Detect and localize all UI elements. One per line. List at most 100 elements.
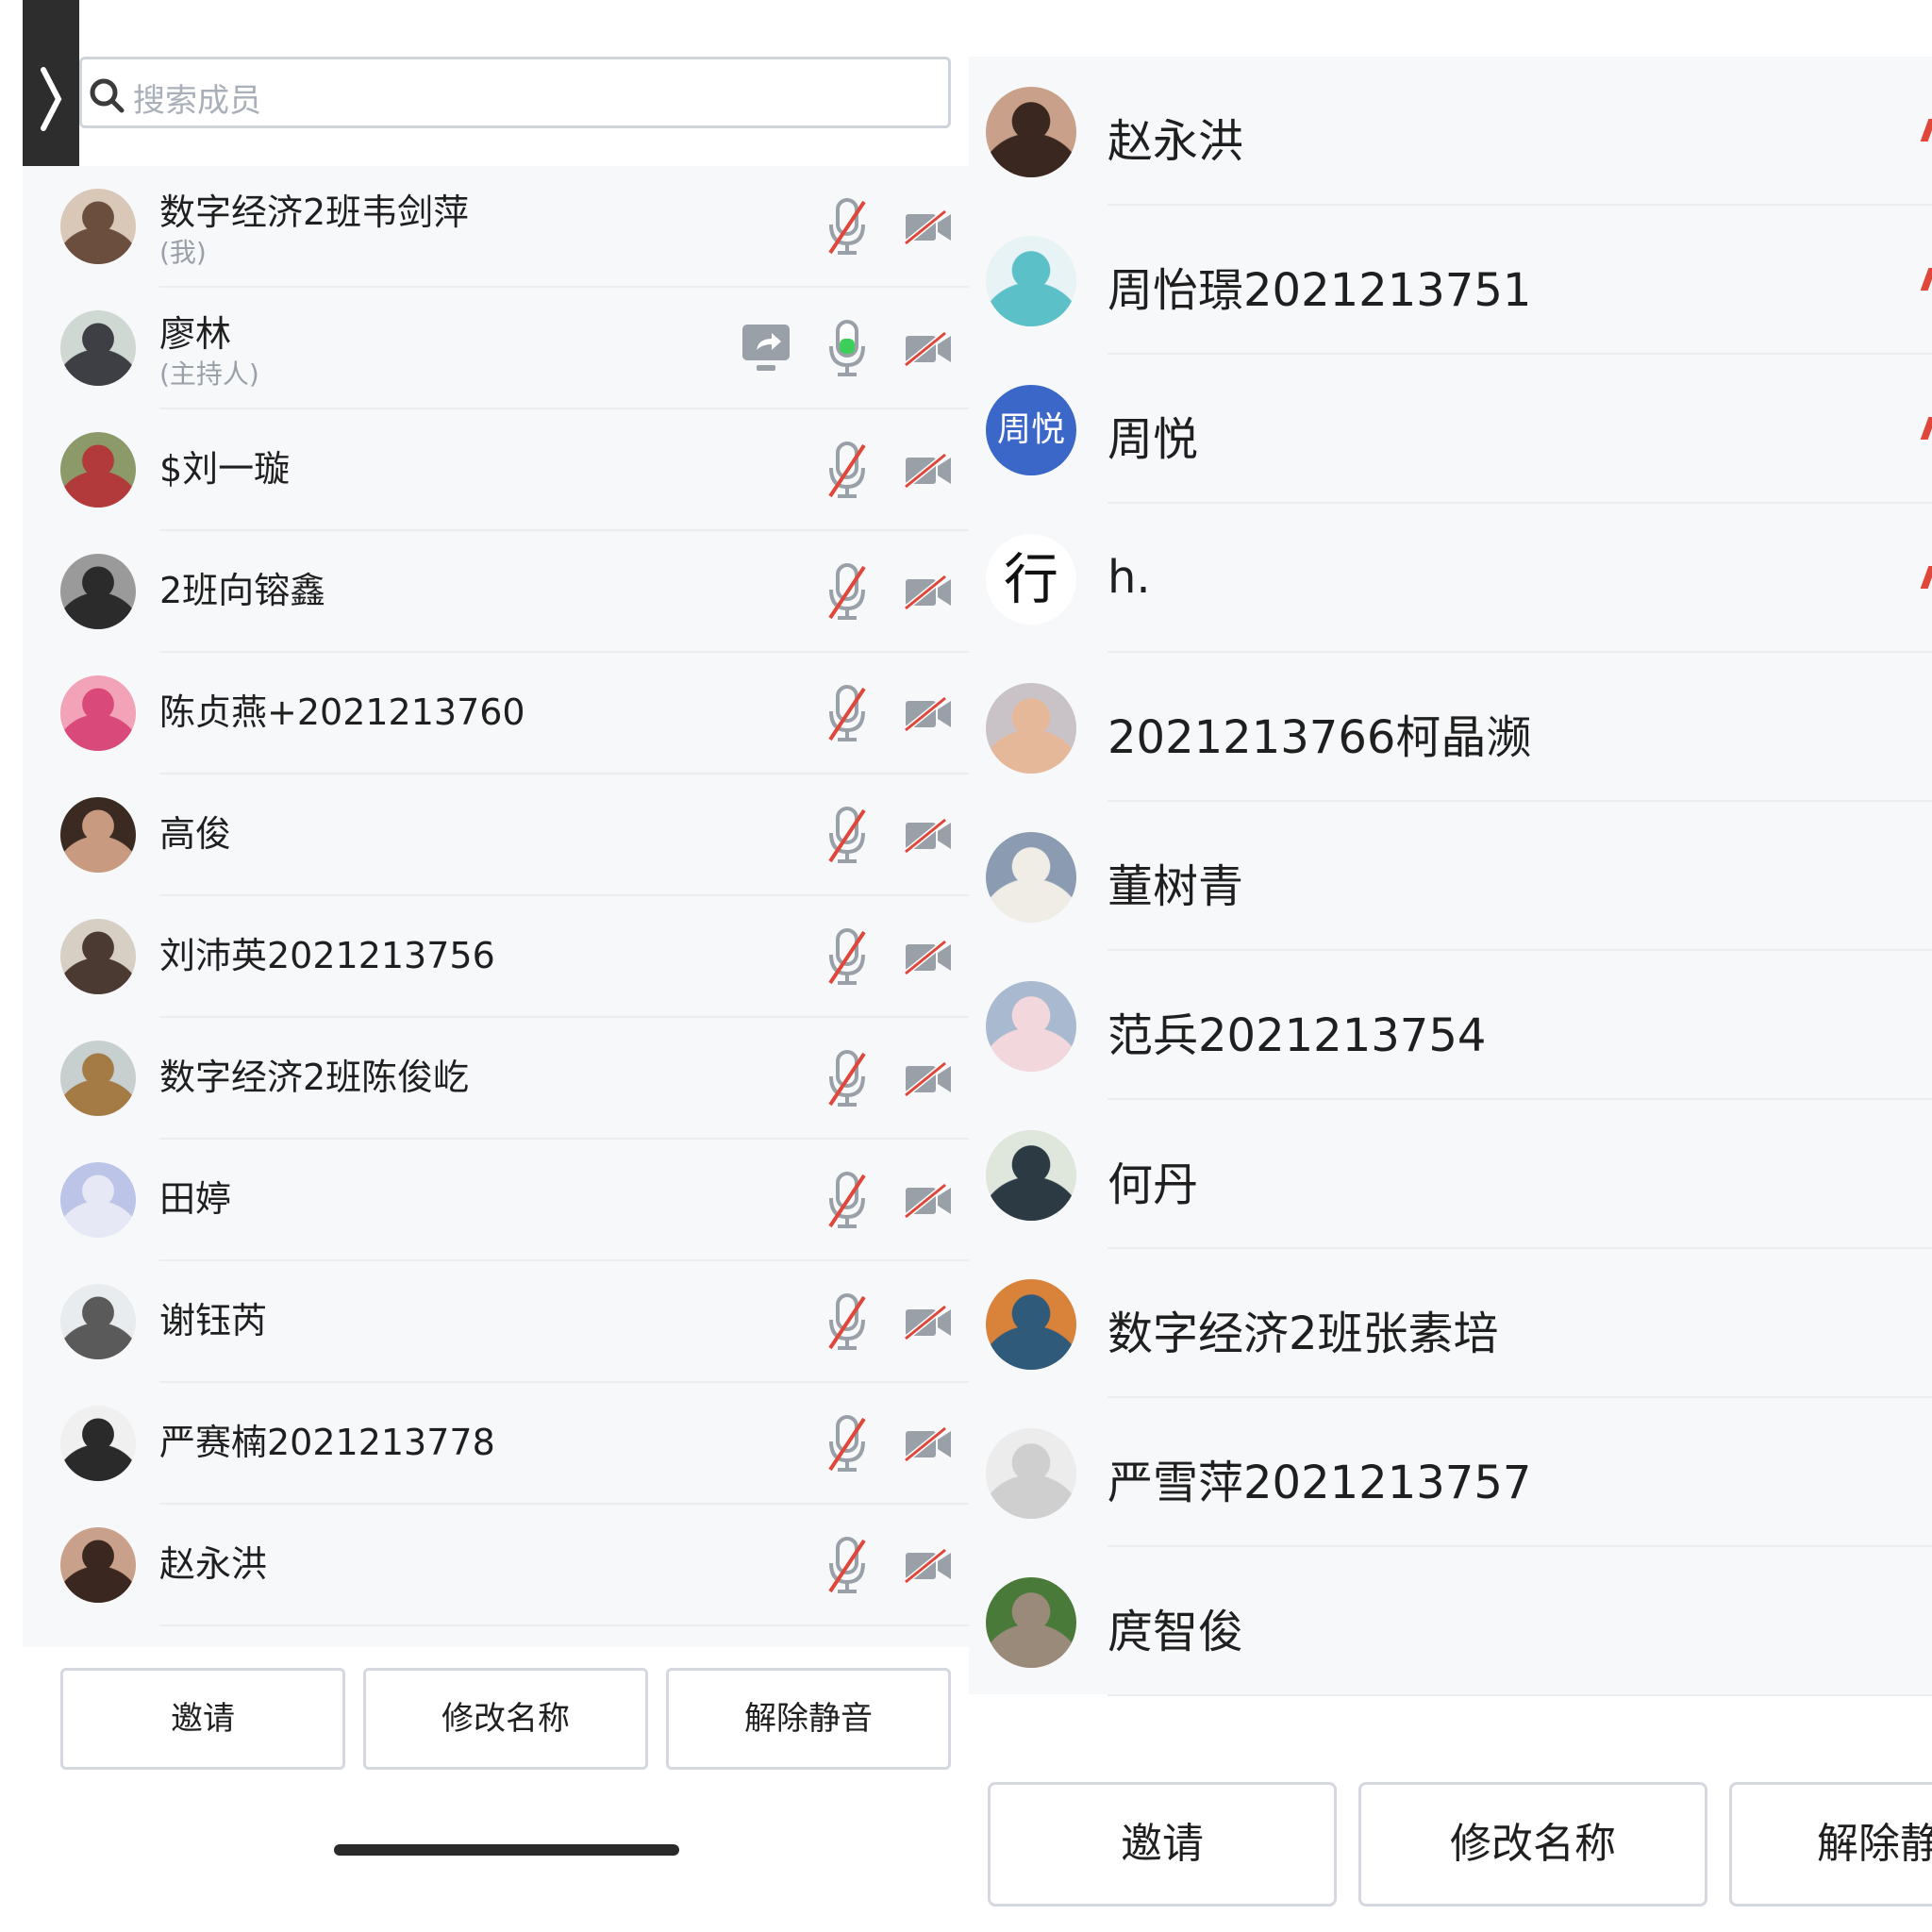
camera-off-icon bbox=[904, 817, 951, 855]
mic-toggle[interactable] bbox=[826, 441, 868, 504]
participant-name: 何丹 bbox=[1108, 1158, 1199, 1211]
participant-row[interactable]: 庹智俊 bbox=[969, 1547, 1932, 1696]
avatar bbox=[60, 675, 136, 751]
participant-row[interactable]: 数字经济2班韦剑萍 (我) bbox=[23, 166, 969, 288]
mic-toggle[interactable] bbox=[826, 928, 868, 991]
search-input[interactable]: 搜索成员 bbox=[79, 57, 951, 128]
camera-toggle[interactable] bbox=[904, 574, 953, 614]
camera-off-icon bbox=[904, 330, 951, 368]
participant-name: 范兵2021213754 bbox=[1108, 1009, 1487, 1062]
participant-name: 廖林 bbox=[159, 313, 232, 355]
participant-name: 庹智俊 bbox=[1108, 1606, 1244, 1658]
participant-name: 赵永洪 bbox=[159, 1543, 268, 1585]
mic-toggle[interactable] bbox=[826, 685, 868, 747]
search-icon bbox=[90, 78, 125, 113]
camera-toggle[interactable] bbox=[904, 817, 953, 858]
camera-toggle[interactable] bbox=[904, 1304, 953, 1344]
camera-off-icon bbox=[904, 574, 951, 611]
camera-toggle[interactable] bbox=[904, 1425, 953, 1466]
mic-toggle[interactable] bbox=[826, 563, 868, 625]
participant-row[interactable]: 刘沛英2021213756 bbox=[23, 896, 969, 1018]
participant-row[interactable]: 赵永洪 bbox=[969, 57, 1932, 206]
participant-row[interactable]: 严雪萍2021213757 bbox=[969, 1398, 1932, 1547]
participant-name: h. bbox=[1108, 551, 1151, 604]
unmute-all-button[interactable]: 解除静 bbox=[1729, 1782, 1932, 1907]
invite-button[interactable]: 邀请 bbox=[988, 1782, 1337, 1907]
unmute-all-button[interactable]: 解除静音 bbox=[666, 1668, 951, 1770]
rename-button[interactable]: 修改名称 bbox=[363, 1668, 648, 1770]
participant-name: $刘一璇 bbox=[159, 448, 291, 490]
participant-row[interactable]: 周怡璟2021213751 bbox=[969, 206, 1932, 355]
avatar-calligraphy: 行 bbox=[986, 534, 1076, 625]
camera-toggle[interactable] bbox=[904, 939, 953, 979]
camera-off-icon bbox=[904, 1060, 951, 1098]
participant-row[interactable]: 田婷 bbox=[23, 1140, 969, 1261]
mic-toggle[interactable] bbox=[826, 1415, 868, 1477]
participant-row[interactable]: 行 h. bbox=[969, 504, 1932, 653]
participant-role: (主持人) bbox=[159, 358, 259, 390]
participant-row[interactable]: 陈贞燕+2021213760 bbox=[23, 653, 969, 774]
participant-name: 数字经济2班韦剑萍 bbox=[159, 192, 470, 233]
avatar bbox=[60, 310, 136, 386]
mic-muted-icon bbox=[828, 807, 866, 863]
rename-button[interactable]: 修改名称 bbox=[1358, 1782, 1707, 1907]
avatar bbox=[986, 1577, 1076, 1668]
mic-toggle[interactable] bbox=[826, 1172, 868, 1234]
camera-toggle[interactable] bbox=[904, 452, 953, 492]
camera-toggle[interactable] bbox=[904, 1547, 953, 1588]
camera-toggle[interactable] bbox=[904, 695, 953, 736]
camera-toggle[interactable] bbox=[904, 1060, 953, 1101]
mic-muted-icon bbox=[828, 441, 866, 498]
invite-button[interactable]: 邀请 bbox=[60, 1668, 345, 1770]
screen-share-icon bbox=[742, 325, 790, 371]
participant-role: (我) bbox=[159, 237, 207, 268]
left-panel: 搜索成员 数字经济2班韦剑萍 (我) 廖林 (主持人) $刘一璇 2班向镕鑫陈贞燕+202… bbox=[0, 0, 969, 1932]
participant-row[interactable]: 2班向镕鑫 bbox=[23, 531, 969, 653]
participant-name: 田婷 bbox=[159, 1178, 232, 1220]
camera-off-icon bbox=[904, 208, 951, 246]
screen-share-indicator[interactable] bbox=[741, 324, 791, 376]
participant-name: 赵永洪 bbox=[1108, 115, 1244, 168]
mic-muted-icon bbox=[828, 198, 866, 255]
participant-row[interactable]: 范兵2021213754 bbox=[969, 951, 1932, 1100]
participant-row[interactable]: 赵永洪 bbox=[23, 1505, 969, 1626]
mic-toggle[interactable] bbox=[826, 807, 868, 869]
participant-name: 周怡璟2021213751 bbox=[1108, 264, 1532, 317]
mic-toggle[interactable] bbox=[826, 1537, 868, 1599]
avatar bbox=[986, 236, 1076, 326]
avatar bbox=[60, 1406, 136, 1481]
participant-row[interactable]: 严赛楠2021213778 bbox=[23, 1383, 969, 1505]
mic-toggle[interactable] bbox=[826, 198, 868, 260]
mic-muted-icon bbox=[828, 685, 866, 741]
mic-toggle[interactable] bbox=[826, 1293, 868, 1356]
camera-off-icon bbox=[904, 939, 951, 976]
mic-toggle[interactable] bbox=[826, 320, 868, 382]
participant-name: 刘沛英2021213756 bbox=[159, 935, 495, 976]
participant-name: 2班向镕鑫 bbox=[159, 570, 326, 611]
participant-row[interactable]: 廖林 (主持人) bbox=[23, 288, 969, 409]
participant-row[interactable]: 谢钰芮 bbox=[23, 1261, 969, 1383]
participant-row[interactable]: 2021213766柯晶濒 bbox=[969, 653, 1932, 802]
participant-row[interactable]: 何丹 bbox=[969, 1100, 1932, 1249]
mic-muted-icon bbox=[828, 563, 866, 620]
participant-name: 陈贞燕+2021213760 bbox=[159, 691, 525, 733]
avatar bbox=[60, 432, 136, 508]
participant-row[interactable]: 数字经济2班张素培 bbox=[969, 1249, 1932, 1398]
avatar bbox=[60, 919, 136, 994]
row-divider bbox=[1108, 1694, 1932, 1696]
participant-name: 2021213766柯晶濒 bbox=[1108, 711, 1532, 764]
avatar bbox=[986, 1130, 1076, 1221]
participant-row[interactable]: $刘一璇 bbox=[23, 409, 969, 531]
mic-muted-icon bbox=[828, 928, 866, 985]
avatar bbox=[986, 981, 1076, 1072]
camera-toggle[interactable] bbox=[904, 208, 953, 249]
participant-name: 谢钰芮 bbox=[159, 1300, 268, 1341]
participant-name: 高俊 bbox=[159, 813, 232, 855]
participant-row[interactable]: 数字经济2班陈俊屹 bbox=[23, 1018, 969, 1140]
participant-row[interactable]: 高俊 bbox=[23, 774, 969, 896]
mic-toggle[interactable] bbox=[826, 1050, 868, 1112]
participant-row[interactable]: 董树青 bbox=[969, 802, 1932, 951]
participant-row[interactable]: 周悦 周悦 bbox=[969, 355, 1932, 504]
camera-toggle[interactable] bbox=[904, 1182, 953, 1223]
camera-toggle[interactable] bbox=[904, 330, 953, 371]
